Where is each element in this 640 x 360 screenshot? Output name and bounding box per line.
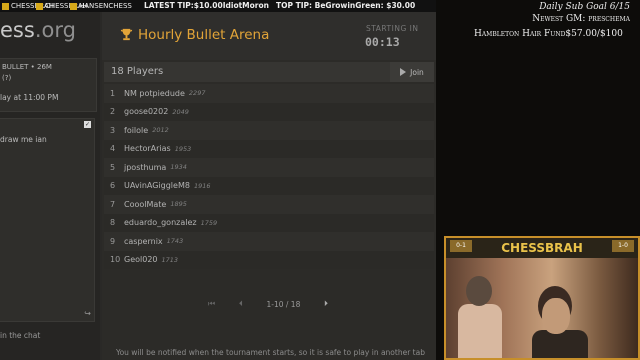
player-rank: 2	[110, 107, 116, 117]
player-row[interactable]: 2 goose0202 2049	[104, 102, 434, 121]
countdown-timer: 00:13	[365, 35, 400, 49]
player-row[interactable]: 6 UAvinAGiggleM8 1916	[104, 176, 434, 195]
player-name[interactable]: HectorArias	[124, 144, 171, 153]
stream-brand-3: HANSENCHESS	[70, 2, 132, 10]
player-rank: 9	[110, 236, 116, 246]
tournament-title: Hourly Bullet Arena	[138, 27, 270, 43]
player-row[interactable]: 4 HectorArias 1953	[104, 139, 434, 158]
score-badge-right: 1-0	[612, 240, 634, 252]
player-row[interactable]: 9 caspernix 1743	[104, 232, 434, 251]
tournament-type: BULLET • 26M	[2, 63, 52, 71]
info-help[interactable]: (?)	[2, 74, 11, 82]
left-panel: ess.org BULLET • 26M (?) lay at 11:00 PM…	[0, 12, 100, 360]
player-name[interactable]: CooolMate	[124, 200, 166, 209]
starting-label: STARTING IN	[366, 24, 419, 33]
player-rating: 1759	[200, 218, 218, 227]
player-rating: 2012	[152, 126, 169, 135]
player-name[interactable]: foilole	[124, 126, 148, 135]
player-rating: 1934	[170, 163, 187, 172]
page-indicator: 1-10 / 18	[266, 299, 301, 309]
webcam-title: CHESSBRAH	[446, 238, 638, 258]
tournament-header: Hourly Bullet Arena STARTING IN 00:13	[102, 12, 436, 60]
player-rating: 2049	[172, 107, 189, 116]
top-tip: TOP TIP: BeGrowinGreen: $30.00	[276, 1, 416, 10]
player-rating: 1743	[166, 237, 184, 246]
player-row[interactable]: 7 CooolMate 1895	[104, 195, 434, 214]
brand-icon	[2, 2, 9, 10]
person-figure	[458, 304, 502, 358]
player-rating: 1895	[170, 200, 187, 209]
chat-footer: in the chat	[0, 331, 41, 340]
brand-label: HANSENCHESS	[79, 2, 132, 10]
latest-tip: LATEST TIP:$10.00IdiotMoron	[144, 1, 269, 10]
logo-main: ess	[0, 18, 35, 42]
brand-icon	[36, 2, 43, 10]
player-rank: 8	[110, 218, 116, 228]
webcam-video	[446, 258, 638, 358]
player-row[interactable]: 3 foilole 2012	[104, 121, 434, 140]
prev-page-icon[interactable]: ⏴	[239, 299, 243, 309]
player-row[interactable]: 5 jposthuma 1934	[104, 158, 434, 177]
player-rank: 5	[110, 162, 116, 172]
join-button[interactable]: Join	[390, 62, 434, 82]
trophy-icon	[120, 28, 133, 41]
stream-overlay: Daily Sub Goal 6/15 Newest GM: preschema…	[436, 0, 640, 360]
player-rank: 6	[110, 181, 116, 191]
player-rating: 1953	[174, 144, 192, 153]
player-row[interactable]: 1 NM potpiedude 2297	[104, 84, 434, 103]
webcam-frame: CHESSBRAH 0-1 1-0	[444, 236, 640, 360]
site-logo[interactable]: ess.org	[0, 18, 76, 42]
chat-box: ✓ draw me ian ↪	[0, 118, 95, 322]
player-rating: 2297	[188, 89, 206, 98]
first-page-icon[interactable]: ⏮	[208, 299, 215, 309]
player-rating: 1713	[161, 255, 179, 264]
chat-message: draw me ian	[0, 135, 47, 144]
person-figure	[466, 276, 492, 306]
player-name[interactable]: eduardo_gonzalez	[124, 218, 197, 227]
player-name[interactable]: jposthuma	[124, 163, 166, 172]
tournament-panel: Hourly Bullet Arena STARTING IN 00:13 18…	[102, 12, 436, 360]
player-name[interactable]: UAvinAGiggleM8	[124, 181, 190, 190]
score-badge-left: 0-1	[450, 240, 472, 252]
player-rating: 1916	[193, 181, 211, 190]
player-row[interactable]: 8 eduardo_gonzalez 1759	[104, 213, 434, 232]
brand-icon	[70, 2, 77, 10]
player-rank: 1	[110, 88, 116, 98]
logo-ext: .org	[34, 18, 76, 42]
players-header: 18 Players Join	[104, 62, 434, 82]
checkbox-icon[interactable]: ✓	[84, 121, 91, 128]
reply-icon[interactable]: ↪	[84, 309, 91, 318]
play-icon	[400, 68, 407, 76]
hair-fund: Hambleton Hair Fund$57.00/$100	[474, 29, 623, 39]
player-rank: 7	[110, 199, 116, 209]
tournament-schedule: lay at 11:00 PM	[0, 93, 59, 102]
sub-goal: Daily Sub Goal 6/15	[539, 2, 630, 12]
notify-message: You will be notified when the tournament…	[116, 348, 425, 357]
newest-gm: Newest GM: preschema	[532, 14, 630, 24]
player-name[interactable]: NM potpiedude	[124, 89, 185, 98]
person-figure	[542, 298, 570, 334]
person-figure	[532, 330, 588, 358]
player-rank: 10	[110, 255, 121, 265]
player-name[interactable]: goose0202	[124, 107, 168, 116]
pagination: ⏮ ⏴ 1-10 / 18 ⏵	[208, 295, 328, 313]
next-page-icon[interactable]: ⏵	[324, 299, 328, 309]
player-name[interactable]: Geol020	[124, 255, 158, 264]
player-row[interactable]: 10 Geol020 1713	[104, 250, 434, 269]
players-list: 1 NM potpiedude 2297 2 goose0202 2049 3 foilo…	[104, 84, 434, 269]
player-name[interactable]: caspernix	[124, 237, 163, 246]
join-label: Join	[410, 67, 424, 77]
tournament-info-box: BULLET • 26M (?) lay at 11:00 PM	[0, 58, 97, 112]
player-rank: 3	[110, 125, 116, 135]
players-count: 18 Players	[111, 66, 164, 77]
player-rank: 4	[110, 144, 116, 154]
